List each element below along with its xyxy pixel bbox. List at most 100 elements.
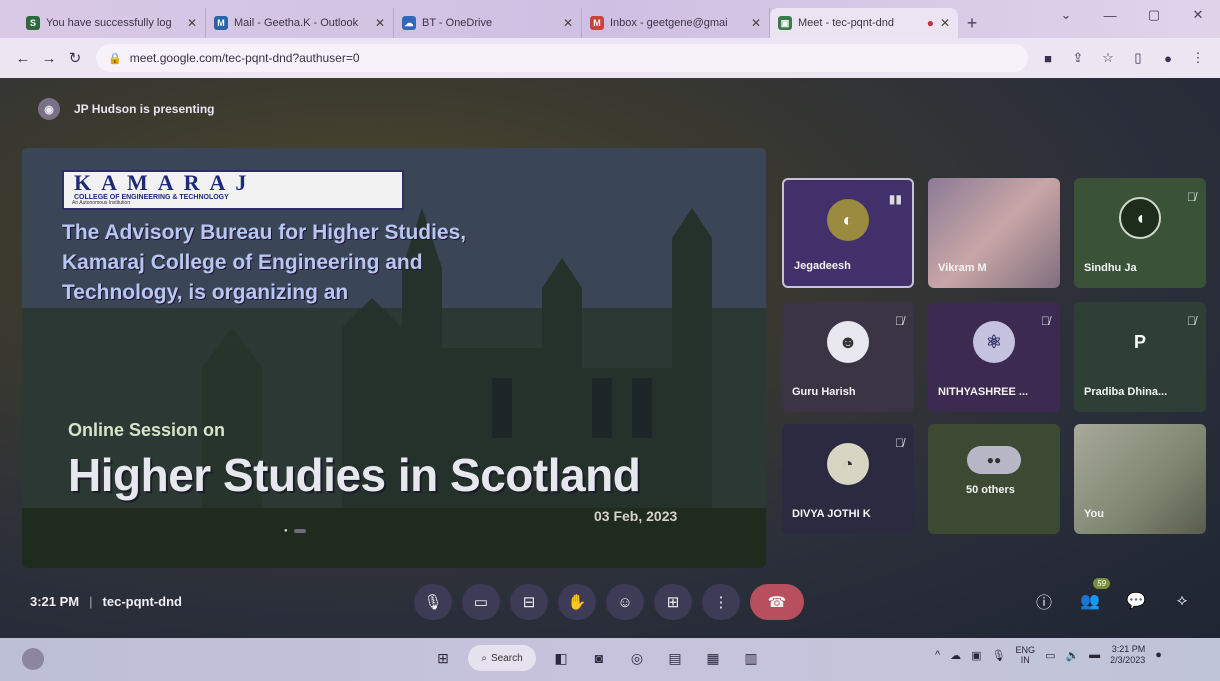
browser-tab-strip: S You have successfully log ✕ M Mail - G… <box>0 0 1220 38</box>
participant-name: Vikram M <box>938 262 987 274</box>
tab-5-active[interactable]: ▣ Meet - tec-pqnt-dnd ● ✕ <box>770 8 958 38</box>
onedrive-icon: ☁ <box>402 16 416 30</box>
gmail-icon: M <box>590 16 604 30</box>
tab-3[interactable]: ☁ BT - OneDrive ✕ <box>394 8 582 38</box>
task-view-icon[interactable]: ◧ <box>548 645 574 671</box>
captions-icon[interactable]: ⊟ <box>510 584 548 620</box>
clock-date: 2/3/2023 <box>1110 655 1146 665</box>
widgets-icon[interactable] <box>22 648 44 670</box>
app-icon[interactable]: ▥ <box>738 645 764 671</box>
tab-close-icon[interactable]: ✕ <box>563 16 573 30</box>
logo-tagline: An Autonomous Institution <box>72 200 131 206</box>
back-icon[interactable]: ← <box>10 45 36 71</box>
slide-lead-text: The Advisory Bureau for Higher Studies, … <box>62 221 467 304</box>
windows-start-icon[interactable]: ⊞ <box>430 645 456 671</box>
chevron-up-icon[interactable]: ^ <box>935 649 940 661</box>
participant-name: Guru Harish <box>792 386 856 398</box>
side-controls: ⓘ 👥 59 💬 ⟡ <box>1030 578 1196 616</box>
battery-icon[interactable]: ▬ <box>1089 649 1100 661</box>
others-count: 50 others <box>966 484 1015 496</box>
participant-name: Jegadeesh <box>794 260 851 272</box>
menu-kebab-icon[interactable]: ⋮ <box>1186 46 1210 70</box>
reload-icon[interactable]: ↻ <box>62 45 88 71</box>
region-code: IN <box>1020 655 1030 665</box>
maximize-icon[interactable]: ▢ <box>1132 0 1176 30</box>
self-view-tile[interactable]: You <box>1074 424 1206 534</box>
others-tile[interactable]: ●● 50 others <box>928 424 1060 534</box>
tab-close-icon[interactable]: ✕ <box>375 16 385 30</box>
participant-name: You <box>1084 508 1104 520</box>
emoji-icon[interactable]: ☺ <box>606 584 644 620</box>
call-controls: 🎙 ▭ ⊟ ✋ ☺ ⊞ ⋮ ☎ <box>414 584 804 620</box>
camera-in-use-icon[interactable]: ■ <box>1036 46 1060 70</box>
new-tab-button[interactable]: + <box>958 8 986 38</box>
chat-icon[interactable]: 💬 <box>1122 586 1150 616</box>
tab-1[interactable]: S You have successfully log ✕ <box>18 8 206 38</box>
lock-icon[interactable]: 🔒 <box>108 52 122 65</box>
network-icon[interactable]: ▭ <box>1045 649 1055 662</box>
participant-name: NITHYASHREE ... <box>938 386 1029 398</box>
search-icon: ⌕ <box>481 652 487 664</box>
minimize-icon[interactable]: — <box>1088 0 1132 30</box>
chrome-icon[interactable]: ◎ <box>624 645 650 671</box>
clock[interactable]: 3:21 PM 2/3/2023 <box>1110 644 1145 666</box>
tab-close-icon[interactable]: ✕ <box>187 16 197 30</box>
tab-close-icon[interactable]: ✕ <box>751 16 761 30</box>
cloud-icon[interactable]: ☁ <box>950 649 961 662</box>
volume-icon[interactable]: 🔊 <box>1065 649 1079 662</box>
language-indicator[interactable]: ENG IN <box>1016 645 1036 665</box>
taskbar-search[interactable]: ⌕ Search <box>468 645 536 671</box>
participant-tile[interactable]: ◖ 🎙̸ Sindhu Ja <box>1074 178 1206 288</box>
profile-icon[interactable]: ● <box>1156 46 1180 70</box>
tab-close-icon[interactable]: ✕ <box>940 16 950 30</box>
notifications-icon[interactable]: ● <box>1155 649 1162 661</box>
side-panel-icon[interactable]: ▯ <box>1126 46 1150 70</box>
store-icon[interactable]: ▦ <box>700 645 726 671</box>
forward-icon[interactable]: → <box>36 45 62 71</box>
avatar-group: ●● <box>967 446 1021 474</box>
participant-tile[interactable]: ◔ 🎙̸ DIVYA JOTHI K <box>782 424 914 534</box>
presenter-banner: ◉ JP Hudson is presenting <box>38 98 214 120</box>
participant-tile[interactable]: ◐ ▮▮ Jegadeesh <box>782 178 914 288</box>
tab-4[interactable]: M Inbox - geetgene@gmai ✕ <box>582 8 770 38</box>
raise-hand-icon[interactable]: ✋ <box>558 584 596 620</box>
share-icon[interactable]: ⇪ <box>1066 46 1090 70</box>
activities-icon[interactable]: ⟡ <box>1168 586 1196 616</box>
mic-tray-icon[interactable]: 🎙 <box>992 649 1006 662</box>
chat-app-icon[interactable]: ◙ <box>586 645 612 671</box>
share-bar-dot: ● <box>284 528 288 534</box>
more-options-icon[interactable]: ⋮ <box>702 584 740 620</box>
tray-app-icon[interactable]: ▣ <box>971 649 981 662</box>
speaking-indicator-icon: ▮▮ <box>888 192 902 206</box>
mic-off-icon: 🎙̸ <box>1041 314 1050 328</box>
meeting-info: 3:21 PM | tec-pqnt-dnd <box>30 594 182 609</box>
leave-call-button[interactable]: ☎ <box>750 584 804 620</box>
participant-tile[interactable]: P 🎙̸ Pradiba Dhina... <box>1074 302 1206 412</box>
bookmark-star-icon[interactable]: ☆ <box>1096 46 1120 70</box>
meet-stage: ◉ JP Hudson is presenting KAMARAJ COLLEG… <box>0 78 1220 638</box>
info-icon[interactable]: ⓘ <box>1030 586 1058 616</box>
mic-icon[interactable]: 🎙 <box>414 584 452 620</box>
participant-tile[interactable]: ☻ 🎙̸ Guru Harish <box>782 302 914 412</box>
present-icon[interactable]: ⊞ <box>654 584 692 620</box>
tab-1-title: You have successfully log <box>46 17 172 29</box>
file-explorer-icon[interactable]: ▤ <box>662 645 688 671</box>
window-controls: ⌄ — ▢ ✕ <box>1044 0 1220 30</box>
people-count-badge: 59 <box>1093 578 1110 589</box>
system-tray: ^ ☁ ▣ 🎙 ENG IN ▭ 🔊 ▬ 3:21 PM 2/3/2023 ● <box>935 644 1162 666</box>
college-logo: KAMARAJ COLLEGE OF ENGINEERING & TECHNOL… <box>62 170 404 210</box>
share-bar-pill[interactable] <box>293 529 306 533</box>
participant-tile[interactable]: ⚛ 🎙̸ NITHYASHREE ... <box>928 302 1060 412</box>
meeting-time: 3:21 PM <box>30 594 80 609</box>
camera-icon[interactable]: ▭ <box>462 584 500 620</box>
tab-search-icon[interactable]: ⌄ <box>1044 0 1088 30</box>
tab-2[interactable]: M Mail - Geetha.K - Outlook ✕ <box>206 8 394 38</box>
presenter-avatar: ◉ <box>38 98 60 120</box>
url-text: meet.google.com/tec-pqnt-dnd?authuser=0 <box>129 51 360 65</box>
people-icon[interactable]: 👥 59 <box>1076 578 1110 616</box>
slide-online-label: Online Session on <box>68 420 226 440</box>
url-field[interactable]: 🔒 meet.google.com/tec-pqnt-dnd?authuser=… <box>96 44 1028 72</box>
close-window-icon[interactable]: ✕ <box>1176 0 1220 30</box>
lang-code: ENG <box>1015 645 1036 655</box>
participant-tile[interactable]: Vikram M <box>928 178 1060 288</box>
